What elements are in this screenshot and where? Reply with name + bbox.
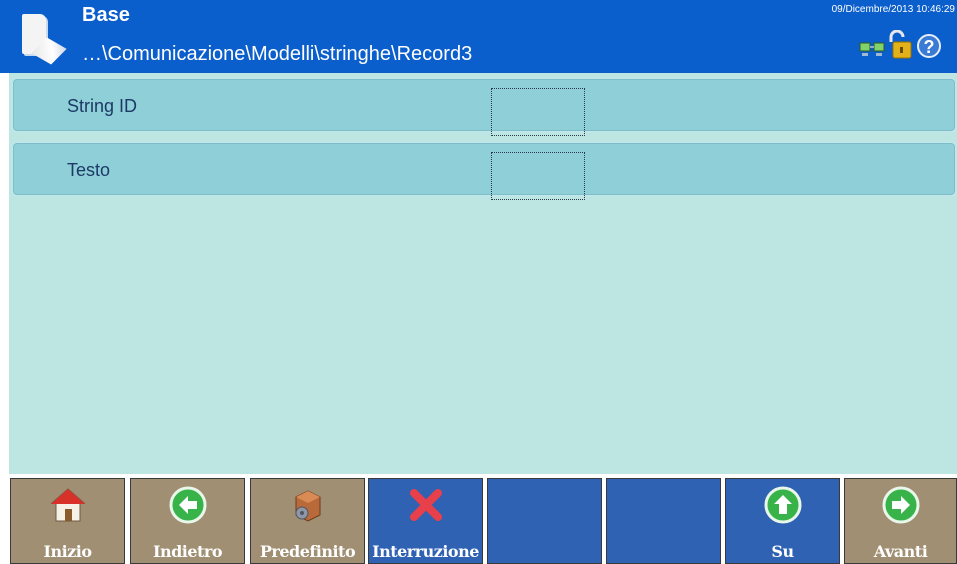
home-button[interactable]: Inizio bbox=[10, 478, 125, 564]
content-area: String ID Testo bbox=[9, 73, 957, 474]
network-icon bbox=[859, 42, 885, 56]
red-x-icon bbox=[409, 489, 442, 521]
header-bar: Base …\Comunicazione\Modelli\stringhe\Re… bbox=[0, 0, 957, 73]
softkey-label: Indietro bbox=[152, 542, 223, 561]
softkey-label: Avanti bbox=[873, 542, 928, 561]
field-label: Testo bbox=[67, 160, 111, 180]
home-icon bbox=[50, 488, 85, 522]
softkey-label: Interruzione bbox=[372, 542, 479, 561]
testo-input[interactable] bbox=[491, 152, 585, 200]
help-icon[interactable]: ? bbox=[917, 34, 941, 58]
document-icon bbox=[22, 14, 46, 54]
field-row-testo[interactable]: Testo bbox=[11, 141, 957, 200]
status-icons: ? bbox=[831, 30, 951, 62]
arrow-up-icon bbox=[764, 486, 801, 524]
softkey-bar: Inizio Indietro Predefinito Interruzione bbox=[0, 474, 957, 564]
empty-softkey bbox=[606, 478, 721, 564]
default-button[interactable]: Predefinito bbox=[250, 478, 365, 564]
next-button[interactable]: Avanti bbox=[844, 478, 957, 564]
box-gear-icon bbox=[295, 490, 320, 522]
breadcrumb: …\Comunicazione\Modelli\stringhe\Record3 bbox=[82, 43, 473, 65]
softkey-label: Predefinito bbox=[259, 542, 356, 561]
page-title: Base bbox=[82, 4, 130, 26]
field-row-string-id[interactable]: String ID bbox=[11, 77, 957, 136]
datetime-display: 09/Dicembre/2013 10:46:29 bbox=[831, 4, 955, 15]
string-id-input[interactable] bbox=[491, 88, 585, 136]
interrupt-button[interactable]: Interruzione bbox=[368, 478, 483, 564]
arrow-right-icon bbox=[882, 486, 919, 524]
unlocked-padlock-icon[interactable] bbox=[887, 30, 913, 60]
up-button[interactable]: Su bbox=[725, 478, 840, 564]
empty-softkey bbox=[487, 478, 602, 564]
arrow-left-icon bbox=[169, 486, 206, 524]
back-button[interactable]: Indietro bbox=[130, 478, 245, 564]
field-label: String ID bbox=[67, 96, 138, 116]
softkey-label: Su bbox=[771, 542, 794, 561]
softkey-label: Inizio bbox=[43, 542, 92, 561]
